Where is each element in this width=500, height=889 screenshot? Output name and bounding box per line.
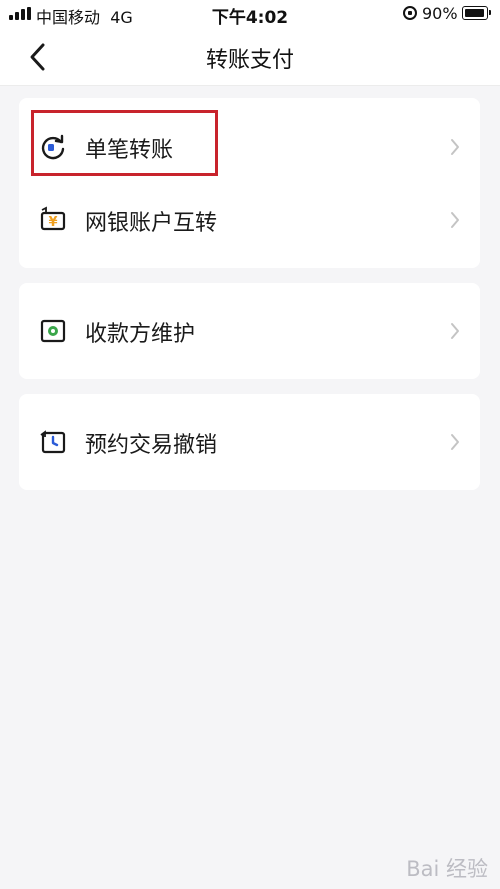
menu-item-label: 网银账户互转 — [85, 211, 218, 236]
scheduled-cancel-icon — [40, 430, 66, 454]
rotation-lock-icon — [403, 6, 417, 20]
chevron-right-icon — [451, 323, 459, 339]
refresh-transfer-icon — [41, 134, 65, 160]
menu-item-cancel-scheduled-transaction[interactable]: 预约交易撤销 — [19, 412, 480, 472]
menu-item-label: 收款方维护 — [85, 322, 196, 347]
reservation-card: 预约交易撤销 — [19, 394, 480, 490]
navigation-bar: 转账支付 — [0, 28, 500, 86]
transfer-options-card: 单笔转账 ¥ 网银账户互转 — [19, 98, 480, 268]
chevron-right-icon — [451, 434, 459, 450]
svg-text:¥: ¥ — [48, 215, 57, 230]
chevron-right-icon — [451, 212, 459, 228]
battery-icon — [462, 6, 491, 20]
menu-item-label: 单笔转账 — [85, 138, 174, 163]
menu-item-payee-maintenance[interactable]: 收款方维护 — [19, 301, 480, 361]
watermark-text: Bai 经验 — [406, 857, 488, 881]
chevron-right-icon — [451, 139, 459, 155]
menu-item-label: 预约交易撤销 — [85, 433, 218, 458]
menu-item-online-account-transfer[interactable]: ¥ 网银账户互转 — [19, 190, 480, 250]
status-bar: 中国移动 4G 下午4:02 90% — [0, 0, 500, 28]
currency-exchange-icon: ¥ — [40, 206, 66, 231]
menu-item-single-transfer[interactable]: 单笔转账 — [19, 117, 480, 177]
page-title: 转账支付 — [205, 48, 294, 73]
payee-card-icon — [40, 319, 66, 343]
payee-card: 收款方维护 — [19, 283, 480, 379]
battery-percentage: 90% — [422, 4, 458, 23]
